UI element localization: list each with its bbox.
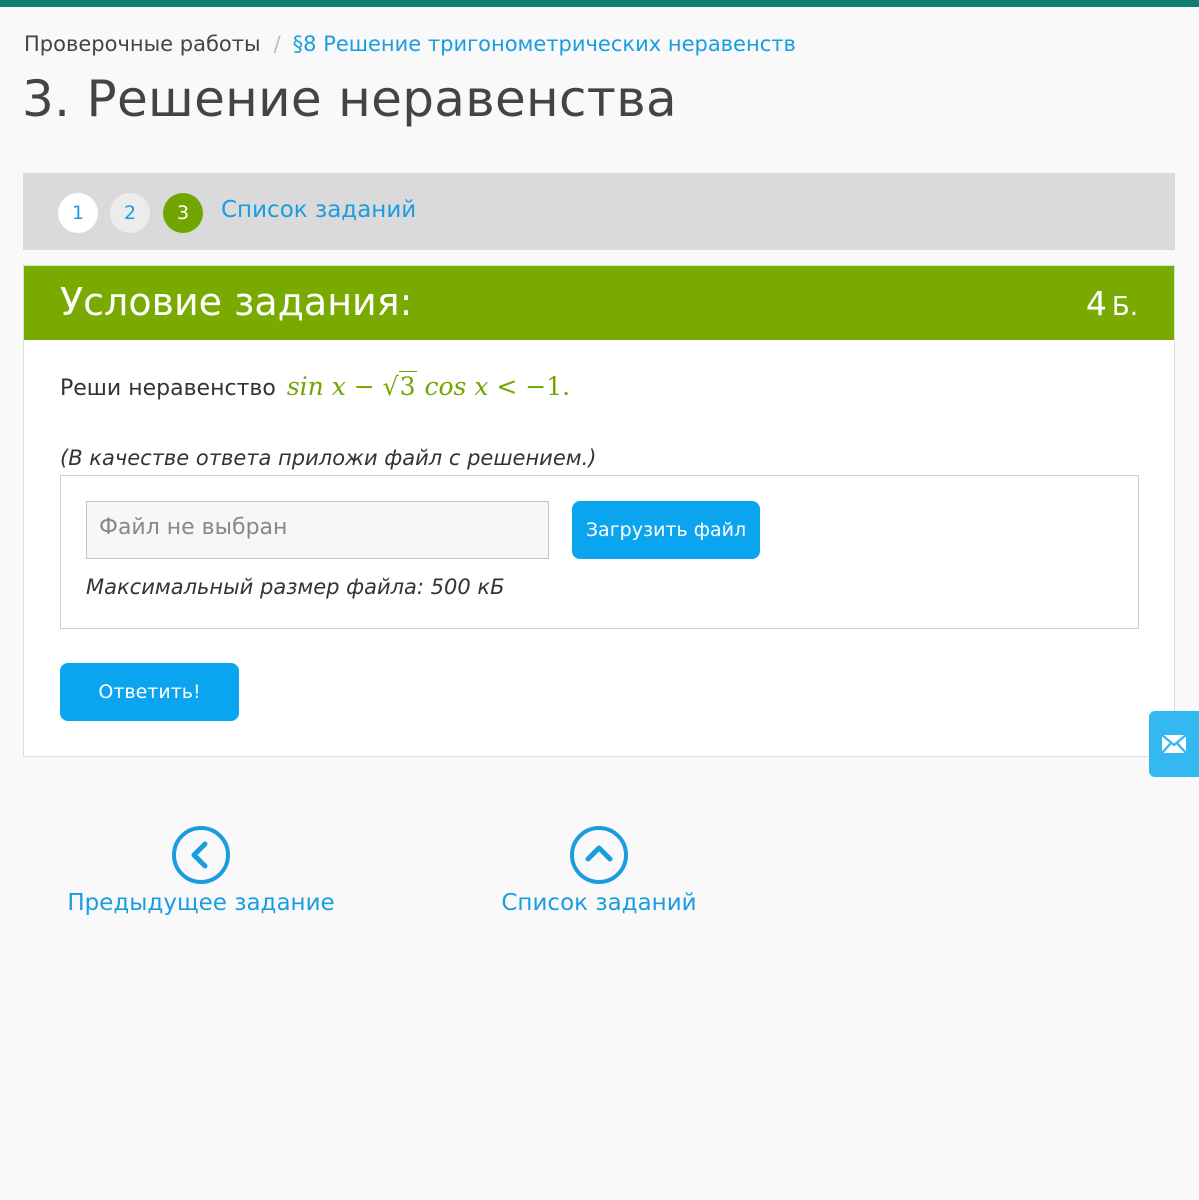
formula-less: < bbox=[496, 372, 518, 401]
task-steps-bar: 1 2 3 Список заданий bbox=[23, 173, 1175, 250]
question-text: Реши неравенство bbox=[60, 376, 276, 401]
answer-note: (В качестве ответа приложи файл с решени… bbox=[60, 446, 597, 470]
task-header: Условие задания: 4 Б. bbox=[24, 266, 1174, 340]
formula-rhs: −1 bbox=[525, 372, 563, 401]
formula-x2: x bbox=[474, 372, 489, 401]
formula-sqrt-sign: √ bbox=[382, 372, 399, 401]
formula-minus: − bbox=[353, 372, 375, 401]
max-file-size: Максимальный размер файла: 500 кБ bbox=[86, 575, 505, 599]
task-card: Условие задания: 4 Б. Реши неравенство si… bbox=[23, 265, 1175, 757]
chevron-up-circle-icon[interactable] bbox=[569, 825, 629, 885]
previous-task-link[interactable]: Предыдущее задание bbox=[67, 890, 334, 916]
breadcrumb-separator: / bbox=[273, 32, 281, 56]
step-3-button-active[interactable]: 3 bbox=[163, 193, 203, 233]
task-header-title: Условие задания: bbox=[60, 280, 413, 324]
top-accent-bar bbox=[0, 0, 1199, 7]
previous-task-nav[interactable]: Предыдущее задание bbox=[67, 825, 335, 916]
points-value: 4 bbox=[1085, 284, 1107, 323]
formula-dot: . bbox=[562, 372, 571, 401]
formula-radicand: 3 bbox=[398, 371, 417, 401]
step-2-button[interactable]: 2 bbox=[110, 193, 150, 233]
upload-box: Файл не выбран Загрузить файл Максимальн… bbox=[60, 475, 1139, 629]
points-unit: Б. bbox=[1111, 292, 1138, 322]
answer-button[interactable]: Ответить! bbox=[60, 663, 239, 721]
breadcrumb-current-link[interactable]: §8 Решение тригонометрических неравенств bbox=[293, 32, 796, 56]
page-title: 3. Решение неравенства bbox=[22, 70, 677, 128]
formula-cos: cos bbox=[424, 372, 467, 401]
task-list-nav[interactable]: Список заданий bbox=[478, 825, 720, 916]
task-list-bottom-link[interactable]: Список заданий bbox=[501, 890, 696, 916]
file-input[interactable]: Файл не выбран bbox=[86, 501, 549, 559]
feedback-tab[interactable] bbox=[1149, 711, 1199, 777]
breadcrumb: Проверочные работы / §8 Решение тригономет… bbox=[24, 32, 796, 56]
task-list-link[interactable]: Список заданий bbox=[221, 197, 416, 223]
envelope-icon bbox=[1161, 734, 1187, 754]
formula-sin: sin bbox=[286, 372, 324, 401]
question: Реши неравенство sin x − √3 cos x < −1. bbox=[60, 371, 571, 401]
chevron-left-circle-icon[interactable] bbox=[171, 825, 231, 885]
task-points: 4 Б. bbox=[1086, 284, 1138, 323]
upload-file-button[interactable]: Загрузить файл bbox=[572, 501, 760, 559]
breadcrumb-root[interactable]: Проверочные работы bbox=[24, 32, 261, 56]
step-1-button[interactable]: 1 bbox=[58, 193, 98, 233]
inequality-formula: sin x − √3 cos x < −1. bbox=[286, 371, 571, 401]
formula-x1: x bbox=[331, 372, 346, 401]
